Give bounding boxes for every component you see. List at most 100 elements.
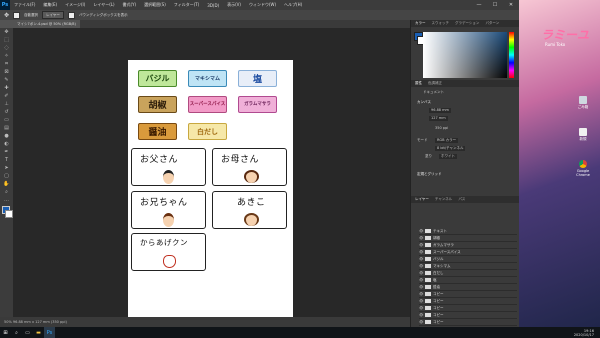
transform-label: バウンディングボックスを表示 (78, 12, 128, 17)
spice-label-shiradashi[interactable]: 白だし (188, 123, 227, 140)
name-card-mother[interactable]: お母さん (212, 148, 287, 186)
marquee-icon[interactable]: ⬚ (0, 36, 13, 44)
layer-row[interactable]: 👁 白だし (419, 270, 517, 277)
tab-color[interactable]: カラー (415, 20, 426, 27)
menu-help[interactable]: ヘルプ(H) (280, 2, 306, 8)
transform-checkbox[interactable] (67, 11, 75, 19)
layer-row[interactable]: 👁 コピー (419, 305, 517, 312)
layer-row[interactable]: 👁 スーパースパイス (419, 249, 517, 256)
layer-row[interactable]: 👁 胡椒 (419, 235, 517, 242)
tab-adjustments[interactable]: 色調補正 (428, 80, 442, 87)
menu-select[interactable]: 選択範囲(S) (140, 2, 170, 8)
menu-file[interactable]: ファイル(F) (10, 2, 39, 8)
document-canvas[interactable]: バジル マキシマム 塩 胡椒 スーパースパイス ガラムマサラ 醤油 白だし お父… (128, 60, 293, 324)
menu-layer[interactable]: レイヤー(L) (89, 2, 118, 8)
stamp-icon[interactable]: ⊥ (0, 100, 13, 108)
maximize-button[interactable]: ☐ (487, 2, 503, 8)
blur-icon[interactable]: ● (0, 132, 13, 140)
tab-properties[interactable]: 属性 (415, 80, 422, 87)
tab-channels[interactable]: チャンネル (435, 196, 452, 203)
layer-row[interactable]: 👁 コピー (419, 319, 517, 326)
spice-label-pepper[interactable]: 胡椒 (138, 96, 177, 113)
shape-icon[interactable]: ▢ (0, 172, 13, 180)
tab-gradients[interactable]: グラデーション (455, 20, 479, 27)
menu-3d[interactable]: 3D(D) (203, 3, 223, 8)
close-button[interactable]: ✕ (503, 2, 519, 8)
magic-wand-icon[interactable]: ✧ (0, 52, 13, 60)
layer-row[interactable]: 👁 バジル (419, 256, 517, 263)
canvas-area[interactable]: バジル マキシマム 塩 胡椒 スーパースパイス ガラムマサラ 醤油 白だし お父… (13, 28, 410, 324)
layer-row[interactable]: 👁 ガラムマサラ (419, 242, 517, 249)
start-icon[interactable]: ⊞ (0, 327, 11, 338)
brush-icon[interactable]: ✐ (0, 92, 13, 100)
tab-patterns[interactable]: パターン (485, 20, 499, 27)
more-tools-icon[interactable]: … (0, 196, 13, 204)
color-picker-field[interactable] (423, 32, 507, 78)
name-card-brother[interactable]: お兄ちゃん (131, 191, 206, 229)
search-icon[interactable]: ⌕ (11, 327, 22, 338)
menu-view[interactable]: 表示(V) (223, 2, 245, 8)
history-brush-icon[interactable]: ↺ (0, 108, 13, 116)
photoshop-taskbar-icon[interactable]: Ps (44, 327, 55, 338)
healing-icon[interactable]: ✚ (0, 84, 13, 92)
name-card-father[interactable]: お父さん (131, 148, 206, 186)
type-icon[interactable]: T (0, 156, 13, 164)
layer-name: ガラムマサラ (433, 243, 454, 247)
layer-select-dropdown[interactable]: レイヤー (42, 11, 64, 19)
menu-image[interactable]: イメージ(I) (61, 2, 89, 8)
layer-row[interactable]: 👁 コピー (419, 298, 517, 305)
hue-slider[interactable] (509, 32, 514, 78)
zoom-icon[interactable]: ⌕ (0, 188, 13, 196)
desktop-icon-new[interactable]: 新規 (577, 128, 589, 142)
name-card-akiko[interactable]: あきこ (212, 191, 287, 229)
path-select-icon[interactable]: ➤ (0, 164, 13, 172)
fill-select[interactable]: ホワイト (439, 154, 457, 159)
spice-label-maximum[interactable]: マキシマム (188, 70, 227, 87)
spice-label-super-spice[interactable]: スーパースパイス (188, 96, 227, 113)
lasso-icon[interactable]: ◌ (0, 44, 13, 52)
menu-type[interactable]: 書式(Y) (119, 2, 141, 8)
layer-row[interactable]: 👁 コピー (419, 312, 517, 319)
frame-icon[interactable]: ⊠ (0, 68, 13, 76)
desktop-icon-chrome[interactable]: Google Chrome (573, 160, 593, 177)
layer-row[interactable]: 👁 テキスト (419, 228, 517, 235)
color-swatches[interactable] (0, 204, 13, 222)
move-tool-icon[interactable]: ✥ (4, 12, 9, 19)
auto-select-checkbox[interactable] (13, 11, 21, 19)
spice-label-soy-sauce[interactable]: 醤油 (138, 123, 177, 140)
mode-select[interactable]: RGB カラー (435, 138, 459, 143)
tab-layers[interactable]: レイヤー (415, 196, 429, 203)
layer-row[interactable]: 👁 コピー (419, 291, 517, 298)
dodge-icon[interactable]: ◐ (0, 140, 13, 148)
width-value[interactable]: 96.88 mm (429, 108, 451, 113)
resolution-value[interactable]: 350 ppi (435, 126, 448, 131)
layer-row[interactable]: 👁 醤油 (419, 284, 517, 291)
spice-label-garam-masala[interactable]: ガラムマサラ (238, 96, 277, 113)
background-color[interactable] (5, 210, 13, 218)
gradient-icon[interactable]: ▤ (0, 124, 13, 132)
layer-row[interactable]: 👁 塩 (419, 277, 517, 284)
move-icon[interactable]: ✥ (0, 28, 13, 36)
desktop-icon-recycle-bin[interactable]: ごみ箱 (577, 96, 589, 110)
tab-swatches[interactable]: スウォッチ (432, 20, 450, 27)
hand-icon[interactable]: ✋ (0, 180, 13, 188)
bit-depth-select[interactable]: 8 bit/チャンネル (435, 146, 466, 151)
spice-label-basil[interactable]: バジル (138, 70, 177, 87)
explorer-icon[interactable]: ▬ (33, 327, 44, 338)
spice-label-salt[interactable]: 塩 (238, 70, 277, 87)
name-card-karaage-kun[interactable]: からあげクン (131, 233, 206, 271)
task-view-icon[interactable]: ▭ (22, 327, 33, 338)
crop-icon[interactable]: ⌗ (0, 60, 13, 68)
minimize-button[interactable]: — (471, 2, 487, 8)
layer-row[interactable]: 👁 マキシマム (419, 263, 517, 270)
system-clock[interactable]: 19:16 2020/10/17 (574, 329, 600, 337)
eraser-icon[interactable]: ▭ (0, 116, 13, 124)
pen-icon[interactable]: ✒ (0, 148, 13, 156)
menu-filter[interactable]: フィルター(T) (170, 2, 203, 8)
menu-edit[interactable]: 編集(E) (39, 2, 61, 8)
document-tab[interactable]: マイシ7ボン-4.psd @ 50% (RGB/8) (13, 20, 80, 28)
height-value[interactable]: 127 mm (429, 116, 448, 121)
menu-window[interactable]: ウィンドウ(W) (245, 2, 280, 8)
eyedropper-icon[interactable]: ✎ (0, 76, 13, 84)
tab-paths[interactable]: パス (458, 196, 465, 203)
